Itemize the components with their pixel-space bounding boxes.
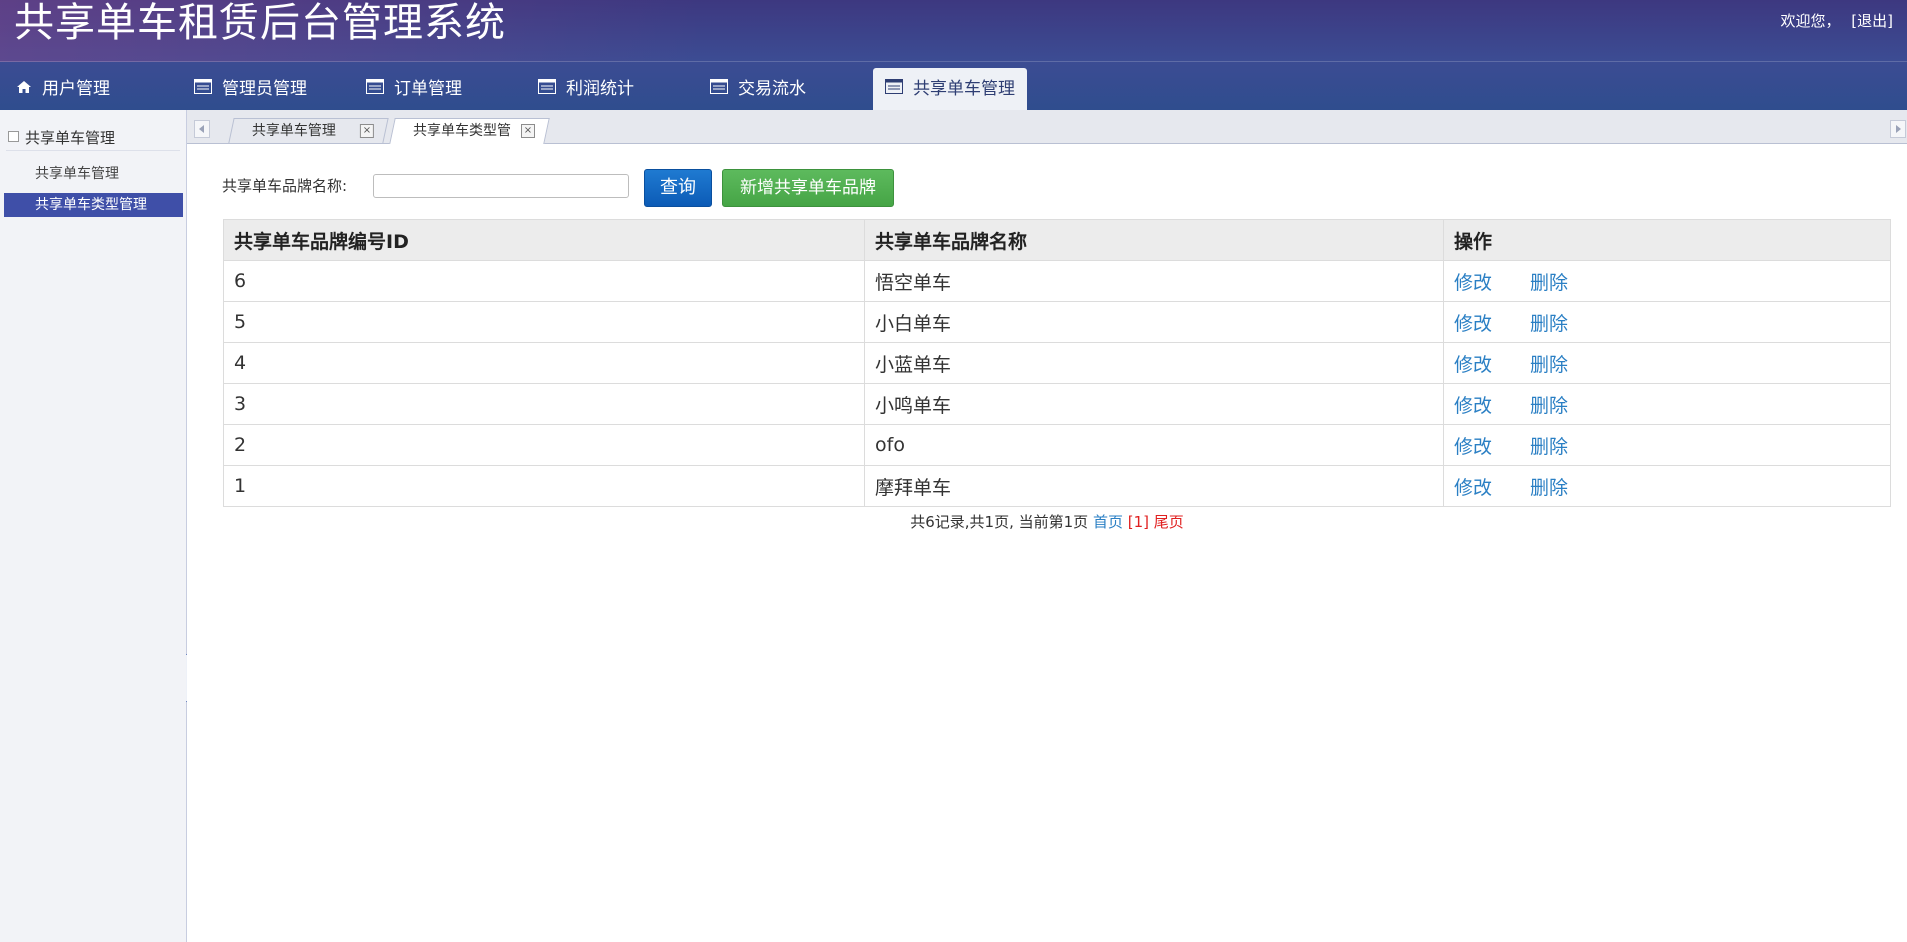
edit-link[interactable]: 修改 <box>1454 436 1492 458</box>
tabs-scroll-left-icon[interactable] <box>194 120 210 138</box>
logout-link[interactable]: [退出] <box>1851 12 1893 30</box>
brand-table: 共享单车品牌编号ID 共享单车品牌名称 操作 6 悟空单车 修改 删除 5 小白单… <box>223 219 1891 507</box>
cell-id: 2 <box>223 424 865 466</box>
nav-item-profit-statistics[interactable]: 利润统计 <box>538 68 634 110</box>
delete-link[interactable]: 删除 <box>1530 477 1568 499</box>
cell-actions: 修改 删除 <box>1443 383 1891 425</box>
sidebar-group-label: 共享单车管理 <box>25 129 116 147</box>
tab-label: 共享单车管理 <box>251 123 336 139</box>
header-divider <box>0 61 1907 62</box>
cell-name: 小蓝单车 <box>864 342 1444 384</box>
cell-name: ofo <box>864 424 1444 466</box>
sidebar-group-header[interactable]: 共享单车管理 <box>8 127 115 148</box>
table-row: 6 悟空单车 修改 删除 <box>223 260 1891 302</box>
tabs-scroll-right-icon[interactable] <box>1890 120 1906 138</box>
nav-item-transactions[interactable]: 交易流水 <box>710 68 806 110</box>
table-row: 3 小鸣单车 修改 删除 <box>223 383 1891 425</box>
app-header: 共享单车租赁后台管理系统 欢迎您， [退出] 用户管理 管理员管理 订单管理 利… <box>0 0 1907 110</box>
edit-link[interactable]: 修改 <box>1454 354 1492 376</box>
pagination-summary: 共6记录,共1页, 当前第1页 <box>910 513 1089 531</box>
nav-label: 订单管理 <box>394 79 462 99</box>
cell-name: 摩拜单车 <box>864 465 1444 507</box>
cell-id: 6 <box>223 260 865 302</box>
delete-link[interactable]: 删除 <box>1530 395 1568 417</box>
nav-item-admin-management[interactable]: 管理员管理 <box>194 68 307 110</box>
search-label: 共享单车品牌名称: <box>222 177 348 195</box>
home-icon <box>16 68 32 110</box>
sidebar-item-bike-type-management[interactable]: 共享单车类型管理 <box>4 193 183 217</box>
tab-bike-management[interactable]: 共享单车管理 × <box>228 118 389 143</box>
nav-item-order-management[interactable]: 订单管理 <box>366 68 462 110</box>
nav-label: 共享单车管理 <box>913 79 1015 99</box>
sidebar: 共享单车管理 共享单车管理 共享单车类型管理 <box>0 110 187 942</box>
sidebar-item-bike-management[interactable]: 共享单车管理 <box>4 162 183 186</box>
edit-link[interactable]: 修改 <box>1454 272 1492 294</box>
cell-id: 1 <box>223 465 865 507</box>
cell-id: 3 <box>223 383 865 425</box>
pagination: 共6记录,共1页, 当前第1页 首页 [1] 尾页 <box>187 511 1907 532</box>
user-area: 欢迎您， [退出] <box>1774 10 1893 31</box>
welcome-text: 欢迎您， <box>1780 12 1841 30</box>
column-header-name: 共享单车品牌名称 <box>864 219 1444 261</box>
current-page-link[interactable]: [1] <box>1128 513 1149 531</box>
table-row: 2 ofo 修改 删除 <box>223 424 1891 466</box>
delete-link[interactable]: 删除 <box>1530 436 1568 458</box>
nav-item-bike-management[interactable]: 共享单车管理 <box>873 68 1027 110</box>
edit-link[interactable]: 修改 <box>1454 477 1492 499</box>
tab-bike-type-management[interactable]: 共享单车类型管 × <box>389 118 550 144</box>
add-brand-button[interactable]: 新增共享单车品牌 <box>722 169 894 207</box>
cell-name: 小鸣单车 <box>864 383 1444 425</box>
list-icon <box>366 68 384 110</box>
collapse-box-icon <box>8 131 19 142</box>
nav-label: 管理员管理 <box>222 79 307 99</box>
nav-label: 交易流水 <box>738 79 806 99</box>
close-icon[interactable]: × <box>359 124 374 138</box>
query-button[interactable]: 查询 <box>644 169 712 207</box>
column-header-id: 共享单车品牌编号ID <box>223 219 865 261</box>
sidebar-divider <box>6 150 180 151</box>
list-icon <box>885 68 903 110</box>
main-content: 共享单车品牌名称: 查询 新增共享单车品牌 共享单车品牌编号ID 共享单车品牌名… <box>187 144 1907 942</box>
cell-id: 5 <box>223 301 865 343</box>
table-row: 1 摩拜单车 修改 删除 <box>223 465 1891 507</box>
top-nav: 用户管理 管理员管理 订单管理 利润统计 交易流水 共享单车管理 <box>0 68 1907 110</box>
delete-link[interactable]: 删除 <box>1530 313 1568 335</box>
brand-name-search-input[interactable] <box>373 174 629 198</box>
last-page-link[interactable]: 尾页 <box>1154 513 1184 531</box>
first-page-link[interactable]: 首页 <box>1093 513 1123 531</box>
list-icon <box>710 68 728 110</box>
delete-link[interactable]: 删除 <box>1530 354 1568 376</box>
delete-link[interactable]: 删除 <box>1530 272 1568 294</box>
table-header-row: 共享单车品牌编号ID 共享单车品牌名称 操作 <box>223 219 1891 261</box>
app-title: 共享单车租赁后台管理系统 <box>14 0 506 46</box>
list-icon <box>538 68 556 110</box>
cell-actions: 修改 删除 <box>1443 465 1891 507</box>
cell-actions: 修改 删除 <box>1443 301 1891 343</box>
cell-id: 4 <box>223 342 865 384</box>
list-icon <box>194 68 212 110</box>
table-row: 5 小白单车 修改 删除 <box>223 301 1891 343</box>
cell-actions: 修改 删除 <box>1443 424 1891 466</box>
nav-label: 用户管理 <box>42 79 110 99</box>
cell-actions: 修改 删除 <box>1443 342 1891 384</box>
cell-name: 悟空单车 <box>864 260 1444 302</box>
close-icon[interactable]: × <box>521 124 535 138</box>
tab-label: 共享单车类型管 <box>413 123 511 139</box>
nav-label: 利润统计 <box>566 79 634 99</box>
cell-name: 小白单车 <box>864 301 1444 343</box>
edit-link[interactable]: 修改 <box>1454 313 1492 335</box>
table-row: 4 小蓝单车 修改 删除 <box>223 342 1891 384</box>
column-header-actions: 操作 <box>1443 219 1891 261</box>
nav-item-user-management[interactable]: 用户管理 <box>16 68 110 110</box>
content-tabs: 共享单车管理 × 共享单车类型管 × <box>187 110 1907 144</box>
cell-actions: 修改 删除 <box>1443 260 1891 302</box>
edit-link[interactable]: 修改 <box>1454 395 1492 417</box>
